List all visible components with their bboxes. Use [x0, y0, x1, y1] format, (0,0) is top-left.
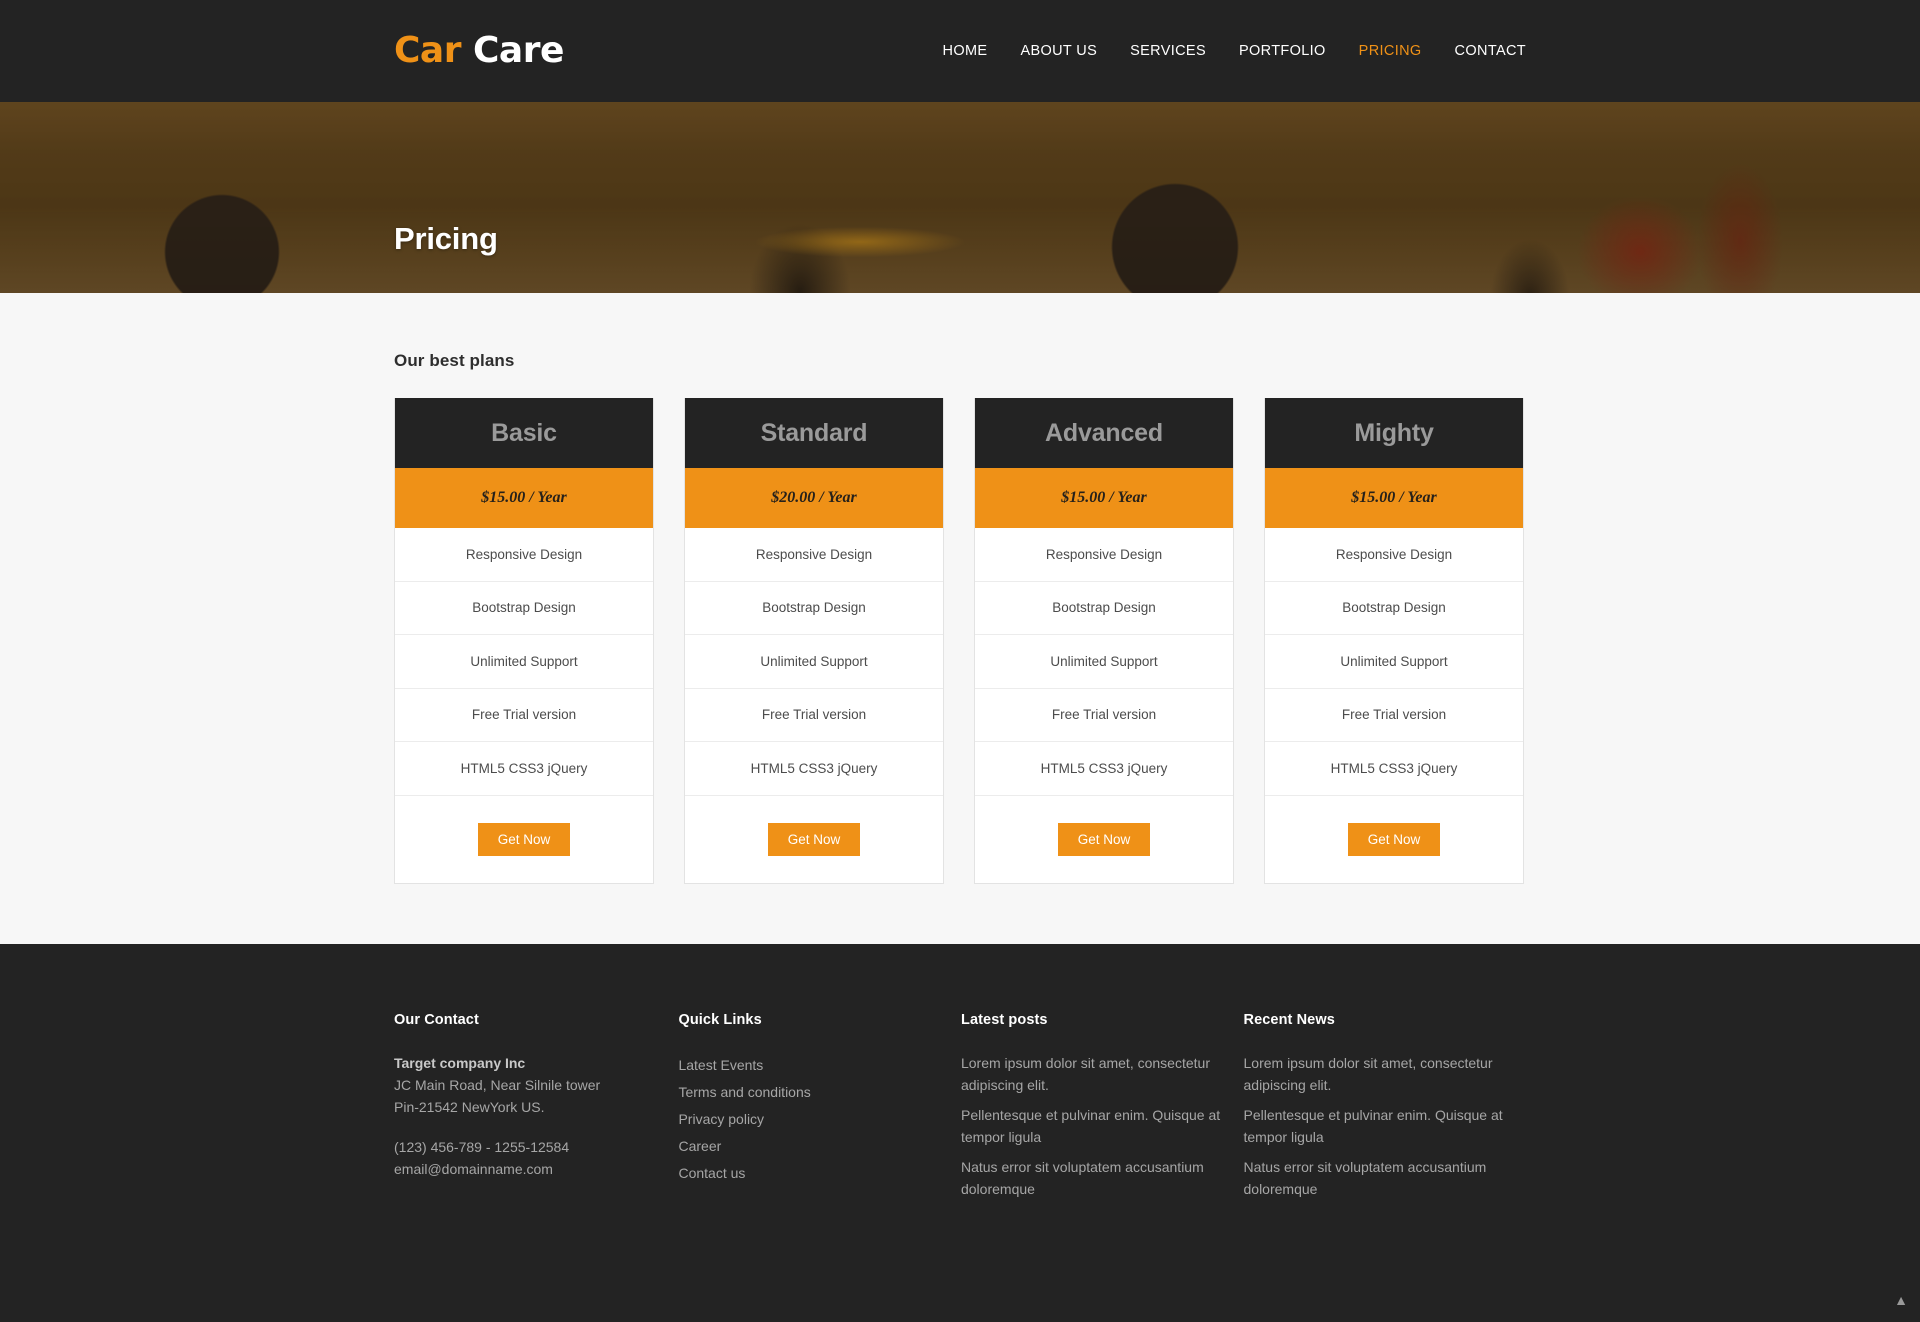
logo-text-second: Care — [473, 30, 564, 71]
pricing-plan-price: $15.00 / Year — [975, 468, 1233, 528]
footer-post-item[interactable]: Lorem ipsum dolor sit amet, consectetur … — [961, 1052, 1244, 1096]
site-footer: Our Contact Target company Inc JC Main R… — [0, 944, 1920, 1322]
footer-email[interactable]: email@domainname.com — [394, 1158, 678, 1180]
page-title: Pricing — [394, 221, 498, 256]
section-heading: Our best plans — [394, 351, 515, 370]
pricing-feature-item: Bootstrap Design — [685, 582, 943, 635]
pricing-feature-item: HTML5 CSS3 jQuery — [395, 742, 653, 796]
footer-post-item[interactable]: Pellentesque et pulvinar enim. Quisque a… — [1244, 1104, 1527, 1148]
footer-column-latest-posts: Latest posts Lorem ipsum dolor sit amet,… — [961, 1012, 1244, 1208]
pricing-feature-item: Responsive Design — [975, 528, 1233, 582]
pricing-feature-item: Free Trial version — [685, 689, 943, 742]
pricing-plan-name: Mighty — [1354, 418, 1434, 447]
pricing-feature-item: Unlimited Support — [685, 635, 943, 689]
pricing-feature-item: Bootstrap Design — [395, 582, 653, 635]
footer-link[interactable]: Latest Events — [678, 1052, 961, 1079]
get-now-button[interactable]: Get Now — [767, 822, 861, 856]
page-root: Car Care HOME ABOUT US SERVICES PORTFOLIO PR… — [0, 0, 1920, 1322]
pricing-feature-item: HTML5 CSS3 jQuery — [975, 742, 1233, 796]
footer-latestposts-list: Lorem ipsum dolor sit amet, consectetur … — [961, 1052, 1244, 1200]
pricing-plan-price: $20.00 / Year — [685, 468, 943, 528]
footer-column-recent-news: Recent News Lorem ipsum dolor sit amet, … — [1244, 1012, 1527, 1208]
pricing-card: Basic $15.00 / Year Responsive Design Boots… — [394, 398, 654, 884]
pricing-card-header: Standard — [685, 398, 943, 468]
nav-item-home[interactable]: HOME — [943, 43, 988, 59]
footer-latestposts-title: Latest posts — [960, 1012, 1048, 1028]
site-header: Car Care HOME ABOUT US SERVICES PORTFOLIO PR… — [0, 0, 1920, 102]
footer-post-item[interactable]: Lorem ipsum dolor sit amet, consectetur … — [1244, 1052, 1527, 1096]
pricing-plan-name: Basic — [491, 418, 557, 447]
pricing-plan-price: $15.00 / Year — [395, 468, 653, 528]
footer-quicklinks-title: Quick Links — [678, 1012, 762, 1028]
footer-link[interactable]: Privacy policy — [678, 1106, 961, 1133]
footer-link[interactable]: Career — [678, 1133, 961, 1160]
pricing-feature-item: Free Trial version — [1265, 689, 1523, 742]
nav-item-about-us[interactable]: ABOUT US — [1020, 43, 1097, 59]
footer-column-contact: Our Contact Target company Inc JC Main R… — [394, 1012, 678, 1208]
footer-phone: (123) 456-789 - 1255-12584 — [394, 1139, 570, 1155]
footer-recentnews-title: Recent News — [1243, 1012, 1335, 1028]
pricing-plan-name: Advanced — [1045, 418, 1163, 447]
pricing-feature-item: Unlimited Support — [975, 635, 1233, 689]
pricing-feature-item: Responsive Design — [395, 528, 653, 582]
pricing-card: Mighty $15.00 / Year Responsive Design Boot… — [1264, 398, 1524, 884]
nav-item-pricing[interactable]: PRICING — [1359, 43, 1422, 59]
footer-address-line-2: Pin-21542 NewYork US. — [394, 1099, 545, 1115]
pricing-card-footer: Get Now — [395, 796, 653, 883]
get-now-button[interactable]: Get Now — [477, 822, 571, 856]
footer-quicklinks-list: Latest Events Terms and conditions Privacy… — [678, 1052, 961, 1187]
pricing-feature-item: Bootstrap Design — [975, 582, 1233, 635]
pricing-plan-price: $15.00 / Year — [1265, 468, 1523, 528]
site-logo[interactable]: Car Care — [394, 33, 564, 69]
pricing-feature-item: Unlimited Support — [395, 635, 653, 689]
footer-company-name: Target company Inc — [394, 1055, 526, 1071]
get-now-button[interactable]: Get Now — [1347, 822, 1441, 856]
scroll-to-top-icon[interactable]: ▲ — [1894, 1292, 1908, 1308]
footer-post-item[interactable]: Natus error sit voluptatem accusantium d… — [1244, 1156, 1527, 1200]
pricing-section: Our best plans Basic $15.00 / Year Respons… — [0, 293, 1920, 944]
footer-link[interactable]: Contact us — [678, 1160, 961, 1187]
nav-item-services[interactable]: SERVICES — [1130, 43, 1206, 59]
pricing-card-footer: Get Now — [685, 796, 943, 883]
logo-text-first: Car — [394, 30, 461, 71]
pricing-card-footer: Get Now — [1265, 796, 1523, 883]
pricing-feature-item: HTML5 CSS3 jQuery — [1265, 742, 1523, 796]
footer-post-item[interactable]: Pellentesque et pulvinar enim. Quisque a… — [961, 1104, 1244, 1148]
main-navigation: HOME ABOUT US SERVICES PORTFOLIO PRICING CONT… — [943, 43, 1526, 59]
pricing-plan-list: Basic $15.00 / Year Responsive Design Boots… — [394, 398, 1526, 884]
nav-item-portfolio[interactable]: PORTFOLIO — [1239, 43, 1326, 59]
footer-link[interactable]: Terms and conditions — [678, 1079, 961, 1106]
pricing-feature-item: Responsive Design — [685, 528, 943, 582]
pricing-feature-item: Bootstrap Design — [1265, 582, 1523, 635]
nav-item-contact[interactable]: CONTACT — [1455, 43, 1526, 59]
footer-address-line-1: JC Main Road, Near Silnile tower — [394, 1077, 601, 1093]
hero-content: Pricing — [394, 221, 498, 257]
pricing-feature-item: Unlimited Support — [1265, 635, 1523, 689]
pricing-card-header: Basic — [395, 398, 653, 468]
footer-recentnews-list: Lorem ipsum dolor sit amet, consectetur … — [1244, 1052, 1527, 1200]
get-now-button[interactable]: Get Now — [1057, 822, 1151, 856]
pricing-feature-item: Free Trial version — [975, 689, 1233, 742]
footer-contact-title: Our Contact — [394, 1012, 479, 1028]
pricing-card-header: Advanced — [975, 398, 1233, 468]
footer-columns: Our Contact Target company Inc JC Main R… — [394, 1012, 1526, 1208]
pricing-plan-name: Standard — [760, 418, 868, 447]
pricing-feature-item: Free Trial version — [395, 689, 653, 742]
pricing-feature-item: HTML5 CSS3 jQuery — [685, 742, 943, 796]
pricing-card: Standard $20.00 / Year Responsive Design Bo… — [684, 398, 944, 884]
pricing-card-footer: Get Now — [975, 796, 1233, 883]
hero-banner: Pricing — [0, 102, 1920, 293]
pricing-feature-item: Responsive Design — [1265, 528, 1523, 582]
footer-spacer — [394, 1118, 678, 1136]
footer-post-item[interactable]: Natus error sit voluptatem accusantium d… — [961, 1156, 1244, 1200]
footer-column-quick-links: Quick Links Latest Events Terms and condi… — [678, 1012, 961, 1208]
pricing-card-header: Mighty — [1265, 398, 1523, 468]
hero-overlay — [0, 102, 1920, 293]
pricing-card: Advanced $15.00 / Year Responsive Design Bo… — [974, 398, 1234, 884]
